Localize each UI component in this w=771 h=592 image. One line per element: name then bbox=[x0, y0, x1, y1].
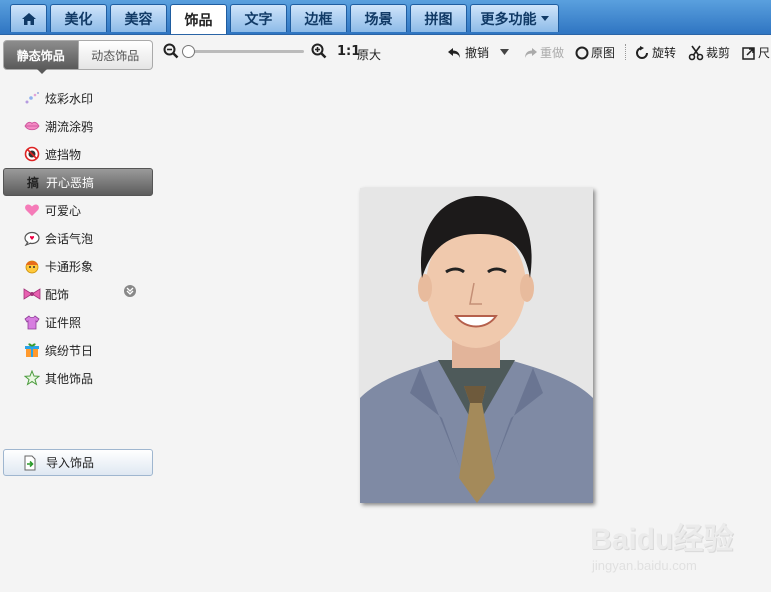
scissors-icon bbox=[688, 45, 704, 60]
mask-icon bbox=[23, 146, 41, 162]
sidebar-item-label: 配饰 bbox=[45, 287, 70, 302]
portrait-photo-image bbox=[360, 188, 593, 503]
tab-more-label: 更多功能 bbox=[480, 11, 537, 28]
sidebar-item-label: 会话气泡 bbox=[45, 231, 94, 246]
tab-collage[interactable]: 拼图 bbox=[410, 4, 467, 32]
cartoon-face-icon bbox=[23, 258, 41, 274]
zoom-slider-knob[interactable] bbox=[182, 45, 195, 58]
undo-icon bbox=[448, 47, 460, 58]
chevron-down-icon bbox=[540, 16, 549, 21]
undo-history-dropdown-icon[interactable] bbox=[500, 49, 509, 55]
sidebar-item-label: 其他饰品 bbox=[45, 371, 94, 386]
gao-icon: 搞 bbox=[26, 175, 39, 190]
sidebar-item-label: 开心恶搞 bbox=[46, 175, 95, 190]
watermark-url: jingyan.baidu.com bbox=[592, 558, 697, 573]
sidebar-item-id-photo[interactable]: 证件照 bbox=[3, 308, 153, 336]
sidebar-item-label: 卡通形象 bbox=[45, 259, 94, 274]
sidebar-item-trendy-graffiti[interactable]: 潮流涂鸦 bbox=[3, 112, 153, 140]
sidebar-item-label: 遮挡物 bbox=[45, 147, 82, 162]
import-sticker-button[interactable]: 导入饰品 bbox=[3, 449, 153, 476]
gift-icon bbox=[23, 342, 41, 358]
sidebar-item-label: 潮流涂鸦 bbox=[45, 119, 94, 134]
heart-icon bbox=[23, 202, 41, 218]
rotate-label: 旋转 bbox=[652, 46, 677, 60]
home-icon bbox=[21, 12, 36, 25]
undo-button[interactable]: 撤销 bbox=[447, 44, 489, 61]
rotate-button[interactable]: 旋转 bbox=[634, 44, 676, 61]
tab-cosmetic[interactable]: 美容 bbox=[110, 4, 167, 32]
sidebar-item-label: 可爱心 bbox=[45, 203, 82, 218]
sticker-category-list: 炫彩水印 潮流涂鸦 遮挡物 搞 开心恶搞 可爱心 会话气泡 卡通形象 配饰 证件… bbox=[3, 84, 153, 392]
toolbar-divider bbox=[625, 44, 627, 60]
sidebar-item-holidays[interactable]: 缤纷节日 bbox=[3, 336, 153, 364]
resize-label: 尺 bbox=[758, 46, 771, 60]
redo-icon bbox=[525, 47, 537, 58]
sidebar-item-funny-spoof[interactable]: 搞 开心恶搞 bbox=[3, 168, 153, 196]
tab-text[interactable]: 文字 bbox=[230, 4, 287, 32]
tab-accessories[interactable]: 饰品 bbox=[170, 4, 227, 34]
undo-label: 撤销 bbox=[465, 46, 490, 60]
import-file-icon bbox=[24, 455, 36, 470]
rotate-icon bbox=[636, 45, 648, 59]
redo-label: 重做 bbox=[540, 46, 565, 60]
editor-toolbar: 1:1 原大 撤销 重做 原图 旋转 裁剪 尺 bbox=[160, 38, 771, 66]
resize-icon bbox=[742, 46, 755, 60]
tab-border[interactable]: 边框 bbox=[290, 4, 347, 32]
star-icon bbox=[23, 370, 41, 386]
tab-home[interactable] bbox=[10, 4, 47, 32]
original-size-button[interactable]: 原大 bbox=[357, 46, 381, 63]
sidebar-item-label: 炫彩水印 bbox=[45, 91, 94, 106]
sidebar-item-other-stickers[interactable]: 其他饰品 bbox=[3, 364, 153, 392]
lips-icon bbox=[23, 118, 41, 134]
original-label: 原图 bbox=[591, 46, 616, 60]
sticker-type-switch: 静态饰品 动态饰品 bbox=[3, 40, 153, 70]
speech-bubble-icon bbox=[23, 230, 41, 246]
import-sticker-label: 导入饰品 bbox=[46, 456, 95, 470]
original-image-button[interactable]: 原图 bbox=[575, 44, 615, 61]
sidebar-item-label: 证件照 bbox=[45, 315, 82, 330]
top-tab-bar: 美化 美容 饰品 文字 边框 场景 拼图 更多功能 bbox=[0, 0, 771, 35]
selected-tab-pointer bbox=[37, 69, 47, 74]
zoom-in-icon[interactable] bbox=[311, 43, 327, 59]
tab-beautify[interactable]: 美化 bbox=[50, 4, 107, 32]
animated-stickers-tab[interactable]: 动态饰品 bbox=[78, 40, 153, 70]
canvas-photo[interactable] bbox=[360, 188, 593, 503]
sidebar-item-blockers[interactable]: 遮挡物 bbox=[3, 140, 153, 168]
zoom-out-icon[interactable] bbox=[163, 43, 179, 59]
sidebar-item-cartoon-figures[interactable]: 卡通形象 bbox=[3, 252, 153, 280]
watermark: Baidu经验 jingyan.baidu.com bbox=[590, 508, 771, 588]
expand-accessories-icon[interactable] bbox=[124, 285, 136, 297]
resize-button[interactable]: 尺 bbox=[742, 44, 770, 61]
sidebar-item-label: 缤纷节日 bbox=[45, 343, 94, 358]
tab-scene[interactable]: 场景 bbox=[350, 4, 407, 32]
tab-more-functions[interactable]: 更多功能 bbox=[470, 4, 559, 32]
crop-button[interactable]: 裁剪 bbox=[688, 44, 730, 61]
static-stickers-tab[interactable]: 静态饰品 bbox=[3, 40, 79, 70]
sparkle-icon bbox=[23, 90, 41, 106]
shirt-icon bbox=[23, 314, 41, 330]
zoom-slider[interactable] bbox=[182, 45, 304, 58]
original-circle-icon bbox=[575, 46, 589, 59]
crop-label: 裁剪 bbox=[706, 46, 731, 60]
sidebar-item-colorful-watermark[interactable]: 炫彩水印 bbox=[3, 84, 153, 112]
bow-icon bbox=[23, 286, 41, 302]
watermark-logo: Baidu经验 bbox=[590, 523, 734, 556]
redo-button[interactable]: 重做 bbox=[522, 44, 564, 61]
sidebar-item-speech-bubbles[interactable]: 会话气泡 bbox=[3, 224, 153, 252]
sidebar-item-cute-hearts[interactable]: 可爱心 bbox=[3, 196, 153, 224]
